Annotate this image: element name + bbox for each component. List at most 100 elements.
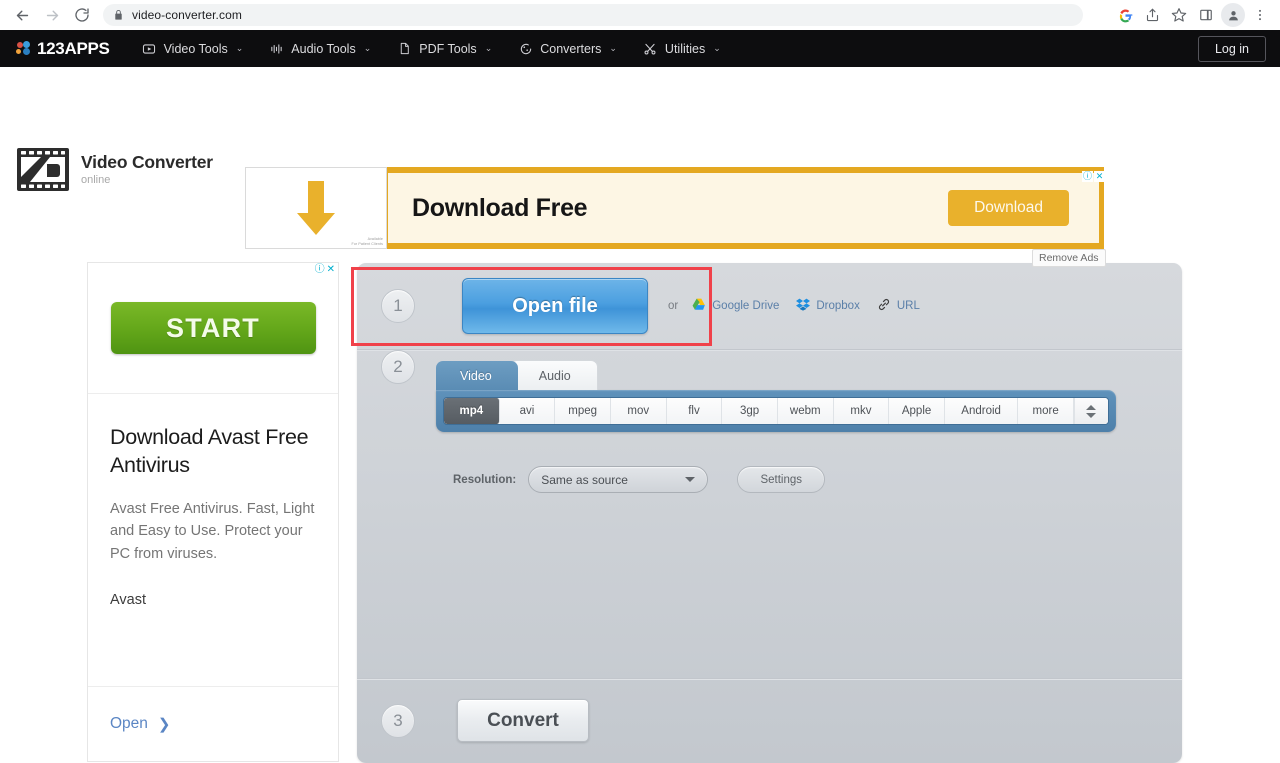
format-list: mp4 avi mpeg mov flv 3gp webm mkv Apple … xyxy=(443,397,1109,425)
format-option-mp4[interactable]: mp4 xyxy=(444,398,500,424)
google-logo-icon[interactable] xyxy=(1113,3,1137,27)
ad-inner: Download Free Download xyxy=(387,172,1100,244)
google-drive-label: Google Drive xyxy=(712,300,780,312)
format-option-mkv[interactable]: mkv xyxy=(833,398,890,424)
nav-item-pdf-tools[interactable]: PDF Tools ⌄ xyxy=(385,34,504,63)
format-option-apple[interactable]: Apple xyxy=(889,398,945,424)
chevron-down-icon: ⌄ xyxy=(484,43,493,53)
chevron-down-icon: ⌄ xyxy=(609,43,617,53)
sidebar-ad[interactable]: ⓘ ✕ START Download Avast Free Antivirus … xyxy=(87,262,339,762)
nav-label: Converters xyxy=(540,41,602,56)
nav-item-converters[interactable]: Converters ⌄ xyxy=(506,34,629,63)
play-square-icon xyxy=(142,41,157,56)
tab-video[interactable]: Video xyxy=(436,361,518,390)
nav-item-audio-tools[interactable]: Audio Tools ⌄ xyxy=(257,34,383,63)
sidebar-ad-hero: START xyxy=(88,263,338,394)
format-option-3gp[interactable]: 3gp xyxy=(722,398,778,424)
nav-item-video-tools[interactable]: Video Tools ⌄ xyxy=(130,34,256,63)
app-logo[interactable]: Video Converter online xyxy=(16,147,213,192)
ad-close-icon[interactable]: ✕ xyxy=(327,265,335,275)
convert-button[interactable]: Convert xyxy=(457,699,589,742)
app-subtitle: online xyxy=(81,174,111,187)
browser-toolbar: video-converter.com xyxy=(0,0,1280,30)
address-bar[interactable]: video-converter.com xyxy=(103,4,1083,26)
brand-logo[interactable]: 123APPS xyxy=(16,39,110,59)
more-menu-icon[interactable] xyxy=(1248,3,1272,27)
logo-dots-icon xyxy=(16,41,30,56)
bookmark-star-icon[interactable] xyxy=(1167,3,1191,27)
step-number-2: 2 xyxy=(381,350,415,384)
chevron-down-icon: ⌄ xyxy=(713,43,721,53)
step-3-convert: 3 Convert xyxy=(357,678,1182,762)
page-body: Video Converter online Available For Pat… xyxy=(0,67,1280,763)
browser-nav-buttons xyxy=(8,2,96,28)
sidebar-ad-description: Avast Free Antivirus. Fast, Light and Ea… xyxy=(110,500,315,562)
resolution-label: Resolution: xyxy=(453,473,517,486)
ad-info-icon[interactable]: ⓘ xyxy=(315,265,325,275)
profile-avatar-icon[interactable] xyxy=(1221,3,1245,27)
format-option-webm[interactable]: webm xyxy=(777,398,834,424)
arrow-right-icon xyxy=(44,7,61,24)
step-1-open-file: 1 Open file or Google Drive Dropbox URL xyxy=(357,263,1182,349)
top-banner-ad[interactable]: Available For Patient Clients Download F… xyxy=(245,167,1105,249)
brand-name: 123APPS xyxy=(37,38,110,58)
scissors-icon xyxy=(643,41,658,56)
open-file-button[interactable]: Open file xyxy=(462,278,648,334)
sidebar-ad-title: Download Avast Free Antivirus xyxy=(110,425,309,477)
format-option-mov[interactable]: mov xyxy=(610,398,667,424)
ad-close-icon[interactable]: ✕ xyxy=(1094,171,1105,182)
format-option-mpeg[interactable]: mpeg xyxy=(555,398,611,424)
settings-button[interactable]: Settings xyxy=(737,466,826,493)
chevron-down-icon xyxy=(685,477,696,482)
nav-label: PDF Tools xyxy=(419,41,477,56)
dropbox-link[interactable]: Dropbox xyxy=(796,298,860,314)
format-option-more[interactable]: more xyxy=(1018,398,1074,424)
sidebar-ad-footer[interactable]: Open ❯ xyxy=(88,686,338,761)
format-selector: Video Audio mp4 avi mpeg mov flv 3gp web… xyxy=(436,350,1116,493)
format-bar: mp4 avi mpeg mov flv 3gp webm mkv Apple … xyxy=(436,390,1116,432)
sidebar-ad-badges: ⓘ ✕ xyxy=(315,265,335,275)
remove-ads-button[interactable]: Remove Ads xyxy=(1032,249,1106,267)
film-strip-icon xyxy=(16,147,70,192)
ad-main-panel[interactable]: Download Free Download ⓘ ✕ xyxy=(387,167,1105,249)
ad-headline: Download Free xyxy=(412,193,588,222)
url-label: URL xyxy=(896,300,920,312)
resolution-row: Resolution: Same as source Settings xyxy=(453,466,1116,493)
nav-item-utilities[interactable]: Utilities ⌄ xyxy=(631,34,733,63)
url-link[interactable]: URL xyxy=(877,298,920,314)
login-button[interactable]: Log in xyxy=(1197,35,1266,62)
format-option-flv[interactable]: flv xyxy=(666,398,723,424)
ad-download-button[interactable]: Download xyxy=(948,190,1069,226)
arrow-left-icon xyxy=(14,7,31,24)
tab-audio[interactable]: Audio xyxy=(509,360,598,390)
back-button[interactable] xyxy=(8,2,36,28)
resolution-select[interactable]: Same as source xyxy=(528,466,709,493)
share-icon[interactable] xyxy=(1140,3,1164,27)
format-option-avi[interactable]: avi xyxy=(499,398,556,424)
forward-button[interactable] xyxy=(38,2,66,28)
app-title: Video Converter xyxy=(81,151,213,172)
ad-start-button[interactable]: START xyxy=(110,302,316,354)
nav-label: Utilities xyxy=(664,41,706,56)
up-down-spinner-icon[interactable] xyxy=(1073,398,1108,424)
link-icon xyxy=(877,298,891,314)
dropbox-icon xyxy=(796,298,811,314)
ad-arrow-panel: Available For Patient Clients xyxy=(245,167,387,249)
main-nav: Video Tools ⌄ Audio Tools ⌄ PDF Tools ⌄ … xyxy=(130,34,733,63)
site-header: 123APPS Video Tools ⌄ Audio Tools ⌄ PDF … xyxy=(0,30,1280,67)
lock-icon xyxy=(113,9,124,21)
ad-credit-text: Available For Patient Clients xyxy=(351,237,383,246)
step-number-1: 1 xyxy=(381,289,415,323)
down-arrow-icon xyxy=(293,179,339,237)
format-option-android[interactable]: Android xyxy=(944,398,1019,424)
document-icon xyxy=(397,41,412,56)
nav-label: Video Tools xyxy=(163,41,228,56)
sidebar-ad-brand: Avast xyxy=(110,592,147,609)
google-drive-icon xyxy=(692,298,706,314)
app-logo-text: Video Converter online xyxy=(81,151,213,187)
sidepanel-icon[interactable] xyxy=(1194,3,1218,27)
chevron-down-icon: ⌄ xyxy=(363,43,372,53)
google-drive-link[interactable]: Google Drive xyxy=(692,298,779,314)
ad-info-icon[interactable]: ⓘ xyxy=(1082,171,1093,182)
reload-button[interactable] xyxy=(68,2,96,28)
